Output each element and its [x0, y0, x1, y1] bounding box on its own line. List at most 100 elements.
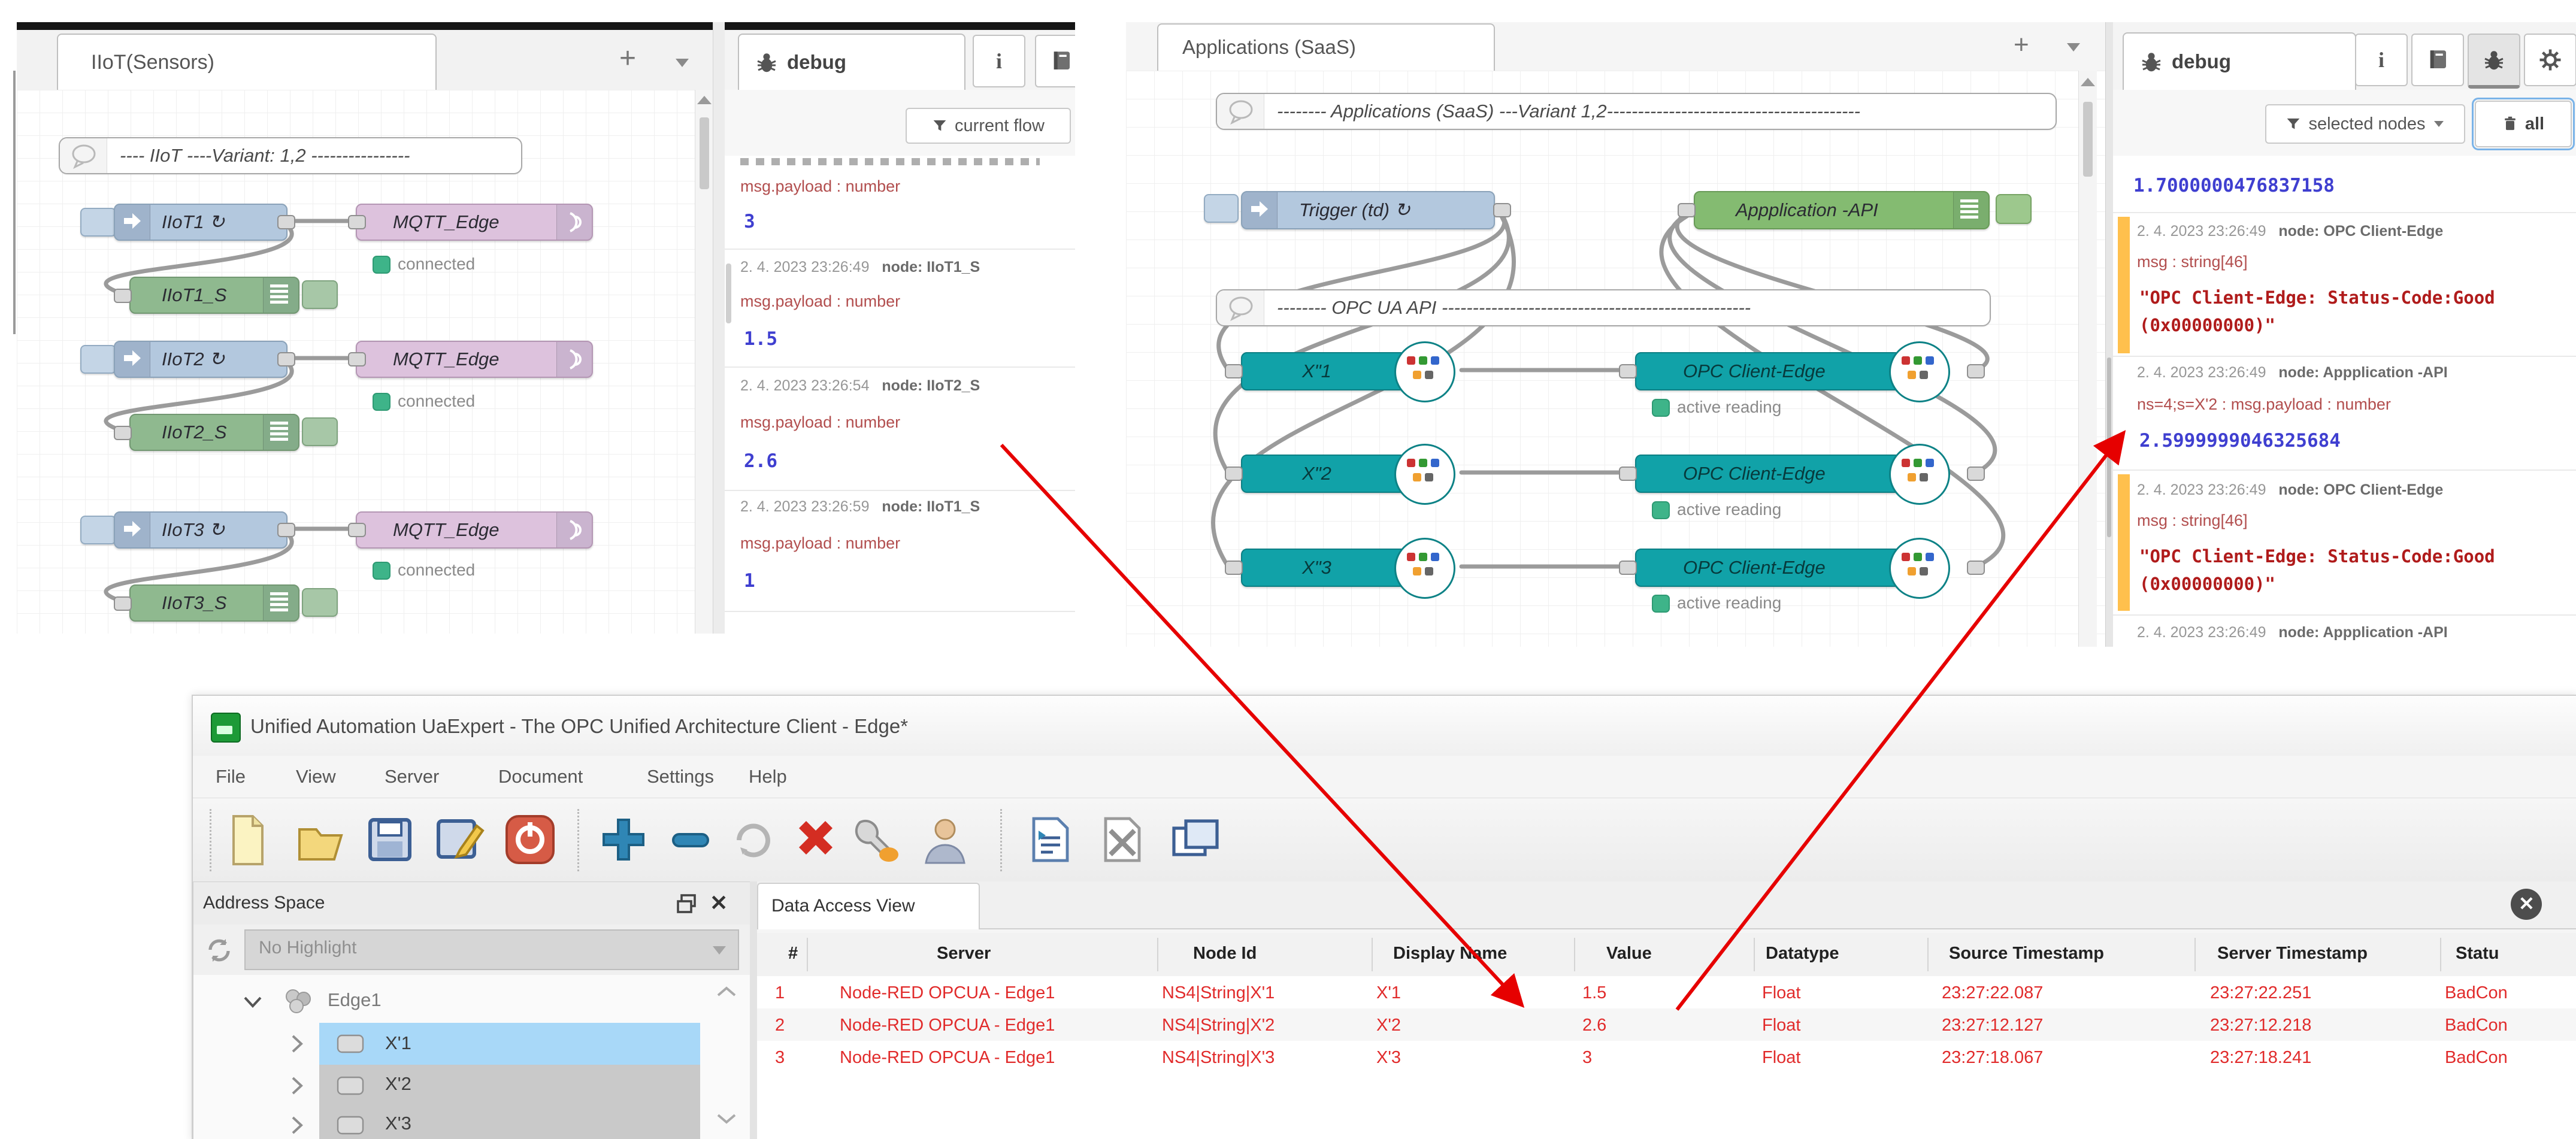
- close-dav-button[interactable]: ✕: [2511, 889, 2542, 920]
- info-button[interactable]: i: [2355, 34, 2408, 86]
- input-port[interactable]: [1678, 203, 1696, 217]
- close-panel-icon[interactable]: ✕: [710, 890, 728, 916]
- add-flow-button[interactable]: +: [619, 44, 636, 73]
- mqtt-node[interactable]: MQTT_Edge: [356, 204, 593, 241]
- tree-row-x2[interactable]: X'2: [385, 1073, 411, 1095]
- tree-row-x1[interactable]: X'1: [319, 1023, 700, 1065]
- input-port[interactable]: [1225, 364, 1243, 378]
- sensor-node-button[interactable]: [302, 588, 338, 617]
- quit-button[interactable]: [503, 813, 557, 867]
- sensor-node-button[interactable]: [302, 417, 338, 446]
- scrollbar-thumb[interactable]: [2083, 102, 2093, 177]
- column-divider[interactable]: [1754, 938, 1755, 971]
- col-source-timestamp[interactable]: Source Timestamp: [1949, 944, 2104, 964]
- column-divider[interactable]: [1157, 938, 1158, 971]
- inject-button[interactable]: [80, 516, 116, 544]
- comment-node-applications[interactable]: -------- Applications (SaaS) ---Variant …: [1216, 93, 2057, 130]
- debug-scrollbar-thumb[interactable]: [726, 263, 731, 323]
- save-as-button[interactable]: [434, 814, 485, 865]
- panel-divider[interactable]: [713, 22, 726, 634]
- menu-document[interactable]: Document: [498, 766, 583, 787]
- tab-debug[interactable]: debug: [738, 34, 965, 91]
- flow-canvas[interactable]: -------- Applications (SaaS) ---Variant …: [1126, 71, 2105, 647]
- flow-menu-caret-icon[interactable]: [2065, 41, 2082, 53]
- input-port[interactable]: [1619, 561, 1637, 575]
- output-port[interactable]: [1967, 364, 1985, 378]
- col-server[interactable]: Server: [937, 944, 991, 964]
- input-port[interactable]: [1619, 466, 1637, 481]
- tree-row-edge1[interactable]: Edge1: [193, 983, 750, 1019]
- windows-button[interactable]: [1169, 816, 1223, 864]
- clear-all-button[interactable]: all: [2475, 101, 2572, 147]
- output-port[interactable]: [277, 523, 295, 537]
- col-datatype[interactable]: Datatype: [1766, 944, 1839, 964]
- menu-help[interactable]: Help: [749, 766, 787, 787]
- comment-node-opcua-api[interactable]: -------- OPC UA API --------------------…: [1216, 289, 1991, 326]
- column-divider[interactable]: [807, 938, 808, 971]
- column-divider[interactable]: [1372, 938, 1373, 971]
- inject-node-iiot1[interactable]: IIoT1 ↻: [114, 204, 287, 241]
- menu-server[interactable]: Server: [385, 766, 439, 787]
- application-api-button[interactable]: [1996, 194, 2032, 224]
- inject-node-iiot2[interactable]: IIoT2 ↻: [114, 341, 287, 378]
- scroll-down-icon[interactable]: [716, 1111, 737, 1126]
- output-port[interactable]: [1967, 466, 1985, 481]
- menu-file[interactable]: File: [216, 766, 246, 787]
- save-button[interactable]: [364, 814, 416, 865]
- properties-button[interactable]: [850, 813, 904, 867]
- menu-settings[interactable]: Settings: [647, 766, 714, 787]
- flow-canvas[interactable]: ---- IIoT ----Variant: 1,2 -------------…: [17, 90, 713, 634]
- comment-node-iiot[interactable]: ---- IIoT ----Variant: 1,2 -------------…: [59, 137, 522, 174]
- menu-view[interactable]: View: [296, 766, 336, 787]
- column-divider[interactable]: [2194, 938, 2196, 971]
- dock-divider[interactable]: [750, 881, 757, 1139]
- tab-debug[interactable]: debug: [2123, 32, 2356, 91]
- address-space-header[interactable]: Address Space ✕: [193, 881, 751, 926]
- col-value[interactable]: Value: [1606, 944, 1652, 964]
- column-divider[interactable]: [2440, 938, 2441, 971]
- remove-button[interactable]: [665, 814, 716, 865]
- output-port[interactable]: [277, 215, 295, 229]
- book-button[interactable]: [1035, 35, 1075, 87]
- gear-button[interactable]: [2524, 34, 2576, 86]
- column-divider[interactable]: [1574, 938, 1575, 971]
- tree-row-x3[interactable]: X'3: [385, 1113, 411, 1134]
- delete-button[interactable]: [789, 814, 841, 865]
- col-displayname[interactable]: Display Name: [1393, 944, 1507, 964]
- col-server-timestamp[interactable]: Server Timestamp: [2217, 944, 2368, 964]
- input-port[interactable]: [114, 426, 132, 440]
- refresh-icon[interactable]: [204, 935, 234, 965]
- chevron-right-icon[interactable]: [289, 1034, 305, 1054]
- tab-data-access-view[interactable]: Data Access View: [757, 883, 980, 929]
- col-number[interactable]: #: [788, 944, 798, 964]
- inject-node-iiot3[interactable]: IIoT3 ↻: [114, 511, 287, 549]
- application-api-node[interactable]: Appplication -API: [1694, 191, 1990, 229]
- add-flow-button[interactable]: +: [2014, 31, 2029, 59]
- mqtt-node[interactable]: MQTT_Edge: [356, 341, 593, 378]
- debug-sidebar-button[interactable]: [2468, 34, 2520, 89]
- flow-menu-caret-icon[interactable]: [673, 56, 691, 69]
- table-row[interactable]: 3 Node-RED OPCUA - Edge1 NS4|String|X'3 …: [757, 1041, 2576, 1073]
- table-row[interactable]: 2 Node-RED OPCUA - Edge1 NS4|String|X'2 …: [757, 1008, 2576, 1041]
- input-port[interactable]: [1225, 561, 1243, 575]
- divider-scroll-thumb[interactable]: [2107, 358, 2111, 537]
- tab-iiot-sensors[interactable]: IIoT(Sensors): [57, 34, 437, 91]
- sensor-node-iiot1s[interactable]: IIoT1_S: [129, 277, 299, 314]
- input-port[interactable]: [114, 596, 132, 611]
- document-cancel-button[interactable]: [1098, 814, 1146, 865]
- sensor-node-button[interactable]: [302, 280, 338, 309]
- col-statuscode[interactable]: Statu: [2456, 944, 2499, 964]
- input-port[interactable]: [348, 523, 366, 537]
- debug-filter-button[interactable]: selected nodes: [2265, 104, 2465, 144]
- debug-filter-button[interactable]: current flow: [906, 108, 1071, 144]
- scroll-up-icon[interactable]: [716, 984, 737, 999]
- inject-button[interactable]: [1204, 194, 1239, 223]
- add-button[interactable]: [598, 814, 649, 865]
- input-port[interactable]: [348, 215, 366, 229]
- inject-button[interactable]: [80, 345, 116, 374]
- canvas-scrollbar[interactable]: [2078, 71, 2097, 647]
- col-nodeid[interactable]: Node Id: [1193, 944, 1257, 964]
- highlight-dropdown[interactable]: No Highlight: [244, 929, 739, 970]
- document-report-button[interactable]: [1027, 814, 1074, 865]
- scroll-up-icon[interactable]: [697, 96, 712, 104]
